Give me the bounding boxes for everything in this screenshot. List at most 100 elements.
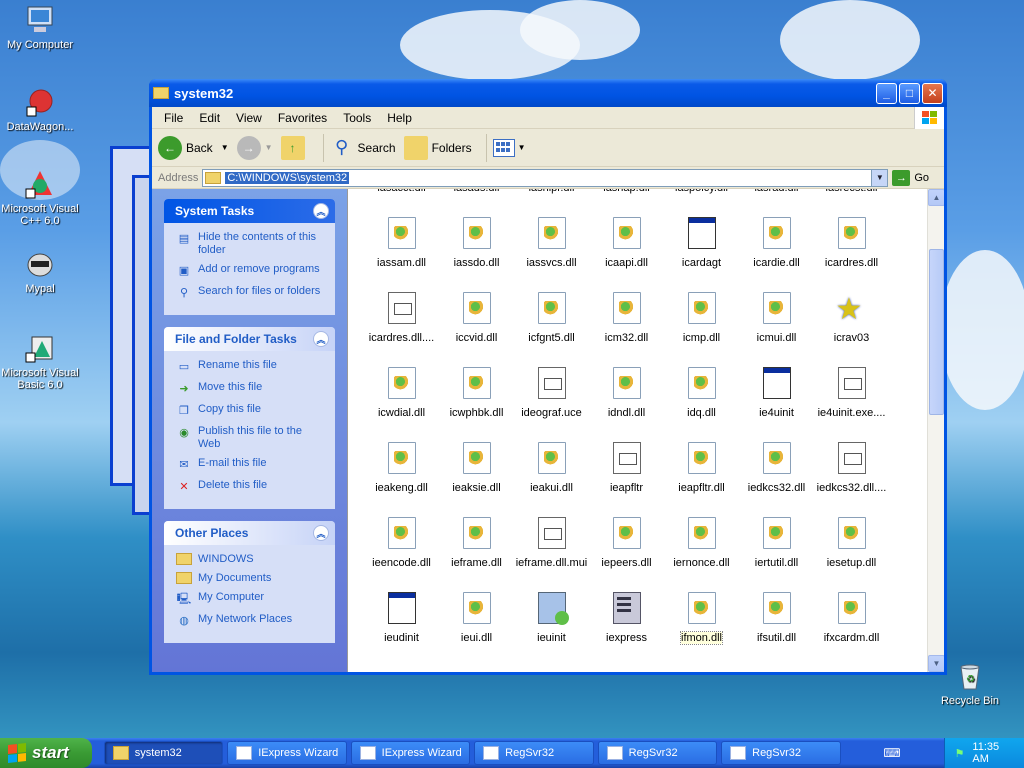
file-item[interactable]: iassam.dll xyxy=(364,204,439,279)
folders-button[interactable]: Folders xyxy=(403,135,472,160)
task-search-files[interactable]: ⚲ Search for files or folders xyxy=(176,285,327,301)
chevron-down-icon[interactable]: ▼ xyxy=(221,143,229,152)
views-button[interactable]: ▼ xyxy=(492,138,526,157)
file-item[interactable]: iaspolcy.dll xyxy=(664,189,739,204)
desktop-icon-visual-cpp[interactable]: Microsoft Visual C++ 6.0 xyxy=(0,168,80,227)
task-publish-web[interactable]: ◉ Publish this file to the Web xyxy=(176,425,327,451)
file-item[interactable]: iertutil.dll xyxy=(739,504,814,579)
menu-favorites[interactable]: Favorites xyxy=(270,111,335,125)
place-my-documents[interactable]: My Documents xyxy=(176,572,327,585)
maximize-button[interactable]: □ xyxy=(899,82,920,104)
file-item[interactable]: iasacct.dll xyxy=(364,189,439,204)
file-item[interactable]: iedkcs32.dll xyxy=(739,429,814,504)
file-item[interactable]: icmui.dll xyxy=(739,279,814,354)
menu-help[interactable]: Help xyxy=(379,111,420,125)
address-input[interactable]: C:\WINDOWS\system32 ▼ xyxy=(202,168,889,187)
start-button[interactable]: start xyxy=(0,738,93,768)
desktop-icon-datawagon[interactable]: DataWagon... xyxy=(0,86,80,133)
file-item[interactable]: ieui.dll xyxy=(439,579,514,654)
file-item[interactable]: ieencode.dll xyxy=(364,504,439,579)
file-item[interactable]: icardres.dll.... xyxy=(364,279,439,354)
up-folder-button[interactable]: ↑ xyxy=(280,135,309,160)
file-item[interactable]: iasads.dll xyxy=(439,189,514,204)
collapse-icon[interactable]: ︽ xyxy=(313,331,329,347)
taskbar-button-regsvr32-2[interactable]: RegSvr32 xyxy=(597,741,718,765)
menu-tools[interactable]: Tools xyxy=(335,111,379,125)
taskbar-button-regsvr32-1[interactable]: RegSvr32 xyxy=(474,741,594,765)
go-button[interactable]: → Go xyxy=(892,169,929,186)
file-item[interactable]: iernonce.dll xyxy=(664,504,739,579)
desktop-icon-mypal[interactable]: Mypal xyxy=(0,248,80,295)
desktop-icon-my-computer[interactable]: My Computer xyxy=(0,4,80,51)
file-item[interactable]: ieframe.dll.mui xyxy=(514,504,589,579)
file-item[interactable]: icardagt xyxy=(664,204,739,279)
menu-file[interactable]: File xyxy=(156,111,191,125)
file-item[interactable]: icardie.dll xyxy=(739,204,814,279)
other-places-header[interactable]: Other Places ︽ xyxy=(164,521,335,545)
file-item[interactable]: ie4uinit xyxy=(739,354,814,429)
task-add-remove-programs[interactable]: ▣ Add or remove programs xyxy=(176,263,327,279)
file-item[interactable]: iashlpr.dll xyxy=(514,189,589,204)
file-item[interactable]: ieuinit xyxy=(514,579,589,654)
file-item[interactable]: icwdial.dll xyxy=(364,354,439,429)
file-item[interactable]: idq.dll xyxy=(664,354,739,429)
file-item[interactable]: ideograf.uce xyxy=(514,354,589,429)
keyboard-icon[interactable]: ⌨ xyxy=(841,738,944,768)
task-hide-contents[interactable]: ▤ Hide the contents of this folder xyxy=(176,231,327,257)
menu-view[interactable]: View xyxy=(228,111,270,125)
file-item[interactable]: icardres.dll xyxy=(814,204,889,279)
taskbar-button-iexpress-2[interactable]: IExpress Wizard xyxy=(350,741,471,765)
place-windows[interactable]: WINDOWS xyxy=(176,553,327,566)
scroll-thumb[interactable] xyxy=(929,249,944,415)
file-item[interactable]: iasrecst.dll xyxy=(814,189,889,204)
file-item[interactable]: ieapfltr xyxy=(589,429,664,504)
file-item[interactable]: ifsutil.dll xyxy=(739,579,814,654)
place-my-computer[interactable]: 🖳 My Computer xyxy=(176,591,327,607)
task-delete-file[interactable]: ✕ Delete this file xyxy=(176,479,327,495)
taskbar-button-iexpress-1[interactable]: IExpress Wizard xyxy=(227,741,347,765)
task-rename-file[interactable]: ▭ Rename this file xyxy=(176,359,327,375)
scroll-down-button[interactable]: ▼ xyxy=(928,655,944,672)
close-button[interactable]: ✕ xyxy=(922,82,943,104)
collapse-icon[interactable]: ︽ xyxy=(313,203,329,219)
file-item[interactable]: iedkcs32.dll.... xyxy=(814,429,889,504)
clock[interactable]: 11:35 AM xyxy=(972,741,1014,765)
search-button[interactable]: ⚲ Search xyxy=(330,136,396,160)
file-item[interactable]: iesetup.dll xyxy=(814,504,889,579)
file-item[interactable]: iepeers.dll xyxy=(589,504,664,579)
file-item[interactable]: ieapfltr.dll xyxy=(664,429,739,504)
desktop-icon-visual-basic[interactable]: Microsoft Visual Basic 6.0 xyxy=(0,332,80,391)
place-my-network-places[interactable]: ◍ My Network Places xyxy=(176,613,327,629)
file-item[interactable]: icwphbk.dll xyxy=(439,354,514,429)
title-bar[interactable]: system32 _ □ ✕ xyxy=(149,79,947,107)
file-item[interactable]: iexpress xyxy=(589,579,664,654)
file-item[interactable]: icrav03 xyxy=(814,279,889,354)
file-item[interactable]: ieframe.dll xyxy=(439,504,514,579)
task-move-file[interactable]: ➜ Move this file xyxy=(176,381,327,397)
minimize-button[interactable]: _ xyxy=(876,82,897,104)
file-item[interactable]: ifxcardm.dll xyxy=(814,579,889,654)
file-item[interactable]: iasrad.dll xyxy=(739,189,814,204)
file-item[interactable]: iccvid.dll xyxy=(439,279,514,354)
taskbar-button-regsvr32-3[interactable]: RegSvr32 xyxy=(721,741,841,765)
file-item[interactable]: ieakeng.dll xyxy=(364,429,439,504)
menu-edit[interactable]: Edit xyxy=(191,111,228,125)
back-button[interactable]: ← Back ▼ xyxy=(158,135,229,160)
file-item[interactable]: icmp.dll xyxy=(664,279,739,354)
task-copy-file[interactable]: ❐ Copy this file xyxy=(176,403,327,419)
file-item[interactable]: icfgnt5.dll xyxy=(514,279,589,354)
file-item[interactable]: ieaksie.dll xyxy=(439,429,514,504)
file-item[interactable]: ie4uinit.exe.... xyxy=(814,354,889,429)
file-item[interactable]: iassdo.dll xyxy=(439,204,514,279)
file-item[interactable]: icm32.dll xyxy=(589,279,664,354)
forward-button[interactable]: → ▼ xyxy=(236,135,273,160)
file-item[interactable]: ifmon.dll xyxy=(664,579,739,654)
file-item[interactable]: idndl.dll xyxy=(589,354,664,429)
vertical-scrollbar[interactable]: ▲ ▼ xyxy=(927,189,944,672)
system-tasks-header[interactable]: System Tasks ︽ xyxy=(164,199,335,223)
file-folder-tasks-header[interactable]: File and Folder Tasks ︽ xyxy=(164,327,335,351)
file-item[interactable]: iassvcs.dll xyxy=(514,204,589,279)
file-item[interactable]: iasnap.dll xyxy=(589,189,664,204)
file-item[interactable]: ieudinit xyxy=(364,579,439,654)
scroll-up-button[interactable]: ▲ xyxy=(928,189,944,206)
